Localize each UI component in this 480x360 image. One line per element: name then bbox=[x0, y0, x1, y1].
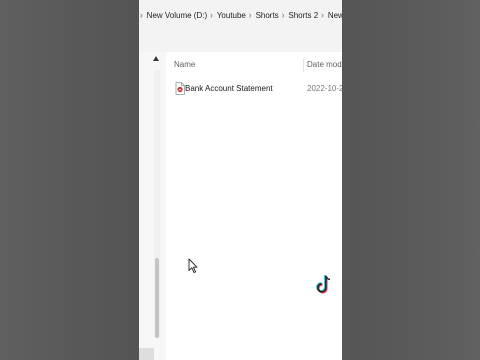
mouse-cursor-icon bbox=[188, 258, 198, 273]
file-explorer-window: › New Volume (D:) › Youtube › Shorts › S… bbox=[139, 0, 342, 360]
blurred-right-margin bbox=[342, 0, 480, 360]
breadcrumb-separator: › bbox=[140, 10, 143, 20]
column-divider[interactable] bbox=[303, 58, 304, 72]
breadcrumb-separator[interactable]: › bbox=[318, 10, 328, 20]
breadcrumb-separator[interactable]: › bbox=[279, 10, 289, 20]
file-date-modified: 2022-10-20 bbox=[307, 84, 342, 93]
breadcrumb-item-shorts-2[interactable]: Shorts 2 bbox=[288, 11, 318, 20]
video-frame: › New Volume (D:) › Youtube › Shorts › S… bbox=[0, 0, 480, 360]
pane-footer bbox=[139, 348, 154, 360]
breadcrumb-separator[interactable]: › bbox=[207, 10, 217, 20]
column-header-date-modified[interactable]: Date modifi bbox=[307, 60, 342, 69]
breadcrumb-item-new-folder[interactable]: New folder bbox=[328, 11, 342, 20]
tiktok-logo-icon bbox=[316, 275, 331, 294]
list-item[interactable]: Bank Account Statement 2022-10-20 bbox=[167, 80, 342, 98]
file-name[interactable]: Bank Account Statement bbox=[185, 84, 273, 93]
toolbar bbox=[139, 30, 342, 52]
breadcrumb-item-youtube[interactable]: Youtube bbox=[217, 11, 246, 20]
column-header-name[interactable]: Name bbox=[174, 60, 195, 69]
breadcrumb-item-new-volume[interactable]: New Volume (D:) bbox=[147, 11, 207, 20]
breadcrumb: › New Volume (D:) › Youtube › Shorts › S… bbox=[139, 0, 342, 30]
scrollbar-thumb[interactable] bbox=[155, 258, 159, 338]
blurred-left-margin bbox=[0, 0, 139, 360]
chevron-up-icon[interactable] bbox=[153, 56, 159, 61]
pdf-icon bbox=[175, 82, 185, 95]
breadcrumb-item-shorts[interactable]: Shorts bbox=[256, 11, 279, 20]
breadcrumb-separator[interactable]: › bbox=[246, 10, 256, 20]
navigation-pane[interactable] bbox=[139, 52, 166, 360]
